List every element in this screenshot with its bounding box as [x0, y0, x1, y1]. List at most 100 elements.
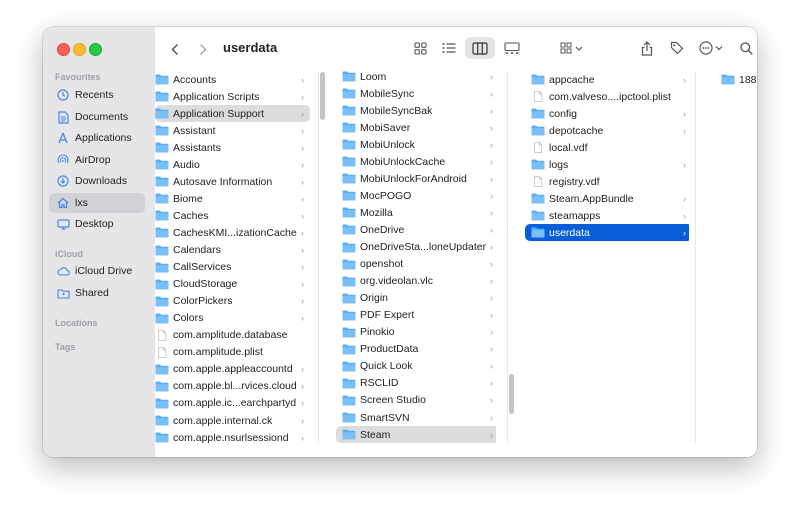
- sidebar-item-documents[interactable]: Documents: [49, 107, 145, 127]
- folder-row[interactable]: SmartSVN ›: [336, 409, 496, 426]
- disclosure-chevron-icon: ›: [301, 176, 304, 187]
- folder-row[interactable]: MocPOGO ›: [336, 187, 496, 204]
- folder-row[interactable]: MobiSaver ›: [336, 119, 496, 136]
- disclosure-chevron-icon: ›: [301, 210, 304, 221]
- folder-row[interactable]: config ›: [525, 105, 689, 122]
- minimize-window-button[interactable]: [73, 43, 86, 56]
- close-window-button[interactable]: [57, 43, 70, 56]
- item-name: MobiUnlockCache: [360, 155, 446, 168]
- document-file-icon: [534, 91, 543, 102]
- folder-row[interactable]: userdata ›: [525, 224, 689, 242]
- sidebar-heading-tags[interactable]: Tags: [55, 342, 75, 352]
- folder-row[interactable]: Colors ›: [155, 310, 310, 327]
- column-library-scrollbar[interactable]: [320, 72, 325, 120]
- folder-row[interactable]: MobileSync ›: [336, 85, 496, 102]
- icon-view-button[interactable]: [408, 37, 432, 59]
- folder-row[interactable]: Application Support ›: [155, 105, 310, 123]
- folder-row[interactable]: OneDrive ›: [336, 221, 496, 238]
- folder-row[interactable]: 1887: [715, 71, 757, 88]
- disclosure-chevron-icon: ›: [301, 381, 304, 392]
- folder-row[interactable]: depotcache ›: [525, 122, 689, 139]
- folder-row[interactable]: CallServices ›: [155, 259, 310, 276]
- item-name: depotcache: [549, 124, 604, 137]
- disclosure-chevron-icon: ›: [490, 344, 493, 355]
- folder-row[interactable]: Mozilla ›: [336, 204, 496, 221]
- folder-row[interactable]: org.videolan.vlc ›: [336, 273, 496, 290]
- folder-row[interactable]: Audio ›: [155, 156, 310, 173]
- column-divider[interactable]: [695, 71, 696, 443]
- zoom-window-button[interactable]: [89, 43, 102, 56]
- folder-row[interactable]: Biome ›: [155, 190, 310, 207]
- sidebar-item-recents[interactable]: Recents: [49, 85, 145, 105]
- folder-row[interactable]: Autosave Information ›: [155, 173, 310, 190]
- folder-row[interactable]: Assistants ›: [155, 139, 310, 156]
- sidebar-item-lxs[interactable]: lxs: [49, 193, 145, 213]
- folder-row[interactable]: com.apple.ic...earchpartyd ›: [155, 395, 310, 412]
- folder-row[interactable]: appcache ›: [525, 71, 689, 88]
- folder-row[interactable]: com.apple.nsurlsessiond ›: [155, 429, 310, 443]
- folder-row[interactable]: Quick Look ›: [336, 358, 496, 375]
- folder-row[interactable]: Application Scripts ›: [155, 88, 310, 105]
- folder-row[interactable]: ColorPickers ›: [155, 293, 310, 310]
- folder-row[interactable]: com.apple.appleaccountd ›: [155, 361, 310, 378]
- sidebar-item-shared[interactable]: Shared: [49, 283, 145, 303]
- file-row[interactable]: com.amplitude.plist: [155, 344, 310, 361]
- group-by-button[interactable]: [555, 37, 589, 59]
- item-name: Calendars: [173, 244, 221, 256]
- folder-row[interactable]: Accounts ›: [155, 71, 310, 88]
- folder-row[interactable]: CachesKMI...izationCache ›: [155, 224, 310, 241]
- folder-row[interactable]: PDF Expert ›: [336, 307, 496, 324]
- folder-row[interactable]: steamapps ›: [525, 207, 689, 224]
- column-divider[interactable]: [318, 71, 319, 443]
- folder-row[interactable]: Calendars ›: [155, 242, 310, 259]
- folder-row[interactable]: openshot ›: [336, 256, 496, 273]
- folder-row[interactable]: Assistant ›: [155, 122, 310, 139]
- folder-row[interactable]: ProductData ›: [336, 341, 496, 358]
- item-name: com.apple.appleaccountd: [173, 363, 293, 376]
- column-divider[interactable]: [507, 71, 508, 443]
- action-menu-button[interactable]: [696, 36, 728, 60]
- sidebar-item-desktop[interactable]: Desktop: [49, 214, 145, 234]
- folder-row[interactable]: Pinokio ›: [336, 324, 496, 341]
- sidebar-item-airdrop[interactable]: AirDrop: [49, 150, 145, 170]
- sidebar-item-applications[interactable]: Applications: [49, 128, 145, 148]
- folder-row[interactable]: logs ›: [525, 156, 689, 173]
- search-button[interactable]: [736, 37, 756, 59]
- folder-row[interactable]: Loom ›: [336, 71, 496, 85]
- folder-row[interactable]: MobiUnlock ›: [336, 136, 496, 153]
- folder-row[interactable]: CloudStorage ›: [155, 276, 310, 293]
- file-row[interactable]: local.vdf: [525, 139, 689, 156]
- folder-row[interactable]: com.apple.bl...rvices.cloud ›: [155, 378, 310, 395]
- folder-row[interactable]: OneDriveSta...loneUpdater ›: [336, 239, 496, 256]
- column-application-support-scrollbar[interactable]: [509, 374, 514, 414]
- file-row[interactable]: com.valveso....ipctool.plist: [525, 88, 689, 105]
- list-view-button[interactable]: [437, 37, 461, 59]
- folder-row[interactable]: MobiUnlockForAndroid ›: [336, 170, 496, 187]
- item-name: SmartSVN: [360, 411, 410, 424]
- folder-row[interactable]: Origin ›: [336, 290, 496, 307]
- tag-button[interactable]: [666, 36, 688, 60]
- gallery-view-button[interactable]: [499, 37, 525, 59]
- forward-button[interactable]: [195, 39, 211, 59]
- folder-row[interactable]: Screen Studio ›: [336, 392, 496, 409]
- folder-icon: [721, 74, 735, 85]
- folder-row[interactable]: MobiUnlockCache ›: [336, 153, 496, 170]
- file-row[interactable]: registry.vdf: [525, 173, 689, 190]
- sidebar-item-downloads[interactable]: Downloads: [49, 171, 145, 191]
- folder-row[interactable]: Caches ›: [155, 207, 310, 224]
- folder-icon: [155, 193, 169, 204]
- item-name: com.amplitude.plist: [173, 346, 263, 359]
- folder-row[interactable]: RSCLID ›: [336, 375, 496, 392]
- share-button[interactable]: [637, 36, 657, 60]
- item-name: registry.vdf: [549, 175, 600, 188]
- folder-row[interactable]: Steam ›: [336, 426, 496, 443]
- sidebar-heading-locations[interactable]: Locations: [55, 318, 98, 328]
- folder-row[interactable]: com.apple.internal.ck ›: [155, 412, 310, 429]
- folder-icon: [155, 125, 169, 136]
- folder-row[interactable]: MobileSyncBak ›: [336, 102, 496, 119]
- column-view-button[interactable]: [465, 37, 495, 59]
- back-button[interactable]: [167, 39, 183, 59]
- folder-row[interactable]: Steam.AppBundle ›: [525, 190, 689, 207]
- file-row[interactable]: com.amplitude.database: [155, 327, 310, 344]
- sidebar-item-icloud-drive[interactable]: iCloud Drive: [49, 261, 145, 281]
